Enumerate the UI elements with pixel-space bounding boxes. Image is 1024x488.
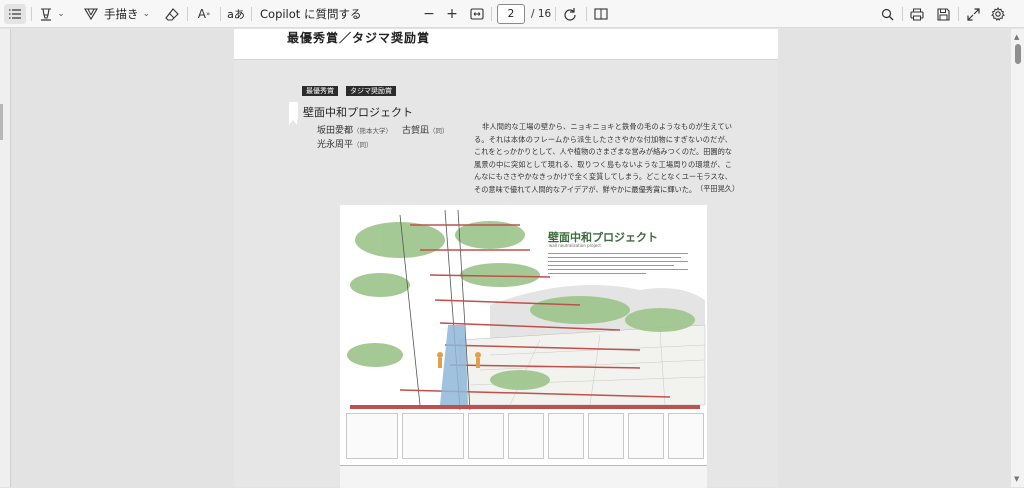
eraser-icon[interactable] (162, 4, 182, 24)
page-number-input[interactable]: 2 (497, 4, 525, 24)
jury-credit: （平田晃久） (696, 184, 740, 193)
poster-panel (402, 413, 464, 459)
toolbar-divider (187, 7, 188, 21)
text-format-glyph: A (197, 7, 206, 21)
author: 坂田愛都（熊本大学） (317, 123, 392, 136)
copilot-ask-button[interactable]: Copilot に質問する (260, 4, 361, 24)
save-icon[interactable] (934, 4, 952, 24)
draw-button[interactable]: 手描き ⌄ (84, 4, 156, 24)
toolbar-divider (958, 7, 959, 21)
toolbar-divider (251, 7, 252, 21)
author: 古賀凪（同） (402, 123, 449, 136)
zoom-out-icon[interactable]: − (421, 4, 437, 24)
scroll-down-icon[interactable]: ▼ (1014, 475, 1019, 483)
award-tag: タジマ奨励賞 (346, 86, 396, 96)
toolbar-divider (31, 7, 32, 21)
poster-detail-panels (346, 413, 704, 461)
author-name: 坂田愛都 (317, 126, 354, 136)
author: 光永周平（同） (317, 137, 373, 150)
draw-icon (84, 7, 98, 21)
contents-icon[interactable] (4, 4, 26, 24)
left-side-rail (0, 29, 11, 487)
two-page-icon[interactable] (592, 4, 610, 24)
author-name: 古賀凪 (402, 126, 430, 136)
author-name: 光永周平 (317, 140, 354, 150)
chevron-down-icon: ⌄ (142, 9, 151, 19)
search-icon[interactable] (878, 4, 896, 24)
print-icon[interactable] (908, 4, 926, 24)
poster-panel (346, 413, 398, 459)
rotate-icon[interactable] (561, 4, 579, 24)
project-poster-image: 壁面中和プロジェクト wall neutralization project (340, 205, 707, 488)
fit-page-icon[interactable] (468, 4, 486, 24)
poster-panel (508, 413, 544, 459)
draw-label: 手描き (104, 7, 139, 21)
scroll-up-icon[interactable]: ▲ (1014, 33, 1019, 41)
project-title: 壁面中和プロジェクト (303, 106, 413, 119)
fullscreen-icon[interactable] (964, 4, 982, 24)
scrollbar-thumb[interactable] (1015, 44, 1021, 64)
author-affiliation: （熊本大学） (353, 127, 393, 135)
toolbar-divider (555, 7, 556, 21)
poster-bottom-strip (340, 465, 707, 488)
toolbar-divider (220, 7, 221, 21)
poster-panel (588, 413, 624, 459)
read-aloud-icon[interactable]: aあ (226, 4, 246, 24)
poster-panel (668, 413, 704, 459)
jury-comment: 非人間的な工場の壁から、ニョキニョキと鉄骨の毛のようなものが生えている。それは本… (474, 122, 732, 194)
document-page: 最優秀賞 タジマ奨励賞 壁面中和プロジェクト 坂田愛都（熊本大学） 古賀凪（同）… (234, 60, 778, 488)
highlight-button[interactable]: ⌄ (37, 4, 67, 24)
highlight-icon (39, 7, 53, 21)
section-heading: 最優秀賞／タジマ奨励賞 (287, 31, 431, 45)
pdf-toolbar: ⌄ 手描き ⌄ A» aあ Copilot に質問する − + 2 / 16 (0, 0, 1024, 28)
author-affiliation: （同） (429, 127, 449, 135)
poster-subtitle: wall neutralization project (549, 243, 602, 248)
award-tag: 最優秀賞 (302, 86, 338, 96)
toolbar-divider (491, 7, 492, 21)
left-rail-marker (0, 104, 3, 140)
poster-panel (548, 413, 584, 459)
toolbar-divider (586, 7, 587, 21)
page-total: / 16 (531, 8, 552, 20)
settings-icon[interactable] (989, 4, 1007, 24)
vertical-scrollbar[interactable] (1011, 29, 1024, 487)
zoom-in-icon[interactable]: + (444, 4, 460, 24)
author-affiliation: （同） (353, 141, 373, 149)
poster-text-block (548, 253, 688, 277)
poster-panel (468, 413, 504, 459)
text-format-icon[interactable]: A» (193, 4, 215, 24)
page-top-section: 最優秀賞／タジマ奨励賞 (234, 29, 778, 60)
bookmark-icon (289, 102, 298, 125)
poster-panel (628, 413, 664, 459)
toolbar-divider (902, 7, 903, 21)
chevron-down-icon: ⌄ (57, 9, 65, 19)
